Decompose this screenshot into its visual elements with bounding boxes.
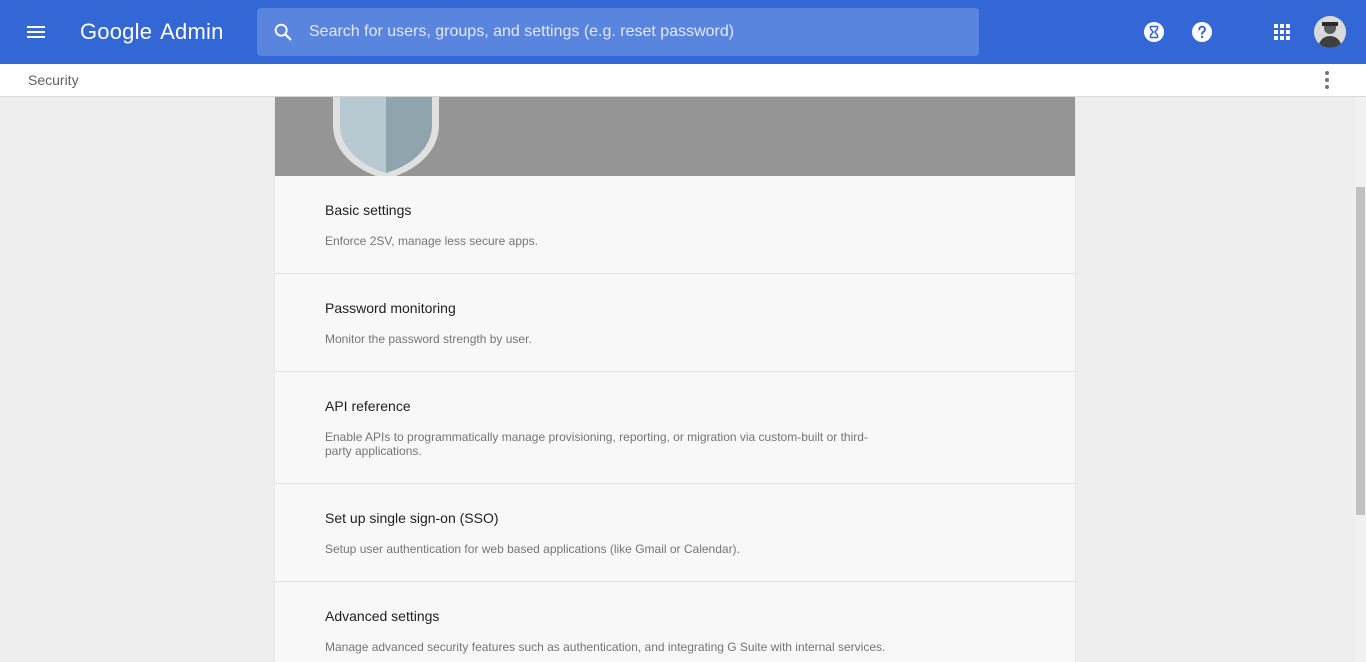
- search-bar: [257, 8, 979, 56]
- brand-admin: Admin: [160, 19, 224, 44]
- search-icon: [274, 23, 292, 41]
- section-single-sign-on[interactable]: Set up single sign-on (SSO) Setup user a…: [275, 484, 1075, 582]
- section-password-monitoring[interactable]: Password monitoring Monitor the password…: [275, 274, 1075, 372]
- account-avatar[interactable]: [1314, 16, 1346, 48]
- avatar-image: [1314, 16, 1346, 48]
- tasks-button[interactable]: [1138, 16, 1170, 48]
- search-input[interactable]: [309, 8, 979, 56]
- section-description: Enforce 2SV, manage less secure apps.: [325, 234, 539, 248]
- help-icon: [1192, 22, 1212, 42]
- scrollbar-thumb[interactable]: [1356, 187, 1365, 515]
- section-description: Setup user authentication for web based …: [325, 542, 740, 556]
- section-description: Enable APIs to programmatically manage p…: [325, 430, 868, 458]
- apps-button[interactable]: [1266, 16, 1298, 48]
- more-vert-icon: [1325, 71, 1329, 89]
- menu-icon: [27, 26, 45, 38]
- shield-icon: [333, 97, 439, 179]
- brand-google: Google: [80, 19, 153, 44]
- section-title: API reference: [325, 398, 411, 414]
- section-title: Advanced settings: [325, 608, 440, 624]
- brand-logo[interactable]: Google Admin: [80, 16, 224, 48]
- section-title: Password monitoring: [325, 300, 456, 316]
- section-api-reference[interactable]: API reference Enable APIs to programmati…: [275, 372, 1075, 484]
- breadcrumb: Security: [28, 72, 79, 88]
- section-advanced-settings[interactable]: Advanced settings Manage advanced securi…: [275, 582, 1075, 662]
- section-title: Set up single sign-on (SSO): [325, 510, 499, 526]
- security-hero: [275, 97, 1075, 179]
- search-button[interactable]: [257, 8, 309, 56]
- help-button[interactable]: [1186, 16, 1218, 48]
- section-basic-settings[interactable]: Basic settings Enforce 2SV, manage less …: [275, 176, 1075, 274]
- section-description: Manage advanced security features such a…: [325, 640, 886, 654]
- section-title: Basic settings: [325, 202, 412, 218]
- top-app-bar: Google Admin: [0, 0, 1366, 64]
- sub-header: Security: [0, 64, 1366, 97]
- apps-grid-icon: [1274, 24, 1290, 40]
- section-description: Monitor the password strength by user.: [325, 332, 532, 346]
- hourglass-icon: [1144, 22, 1164, 42]
- main-menu-button[interactable]: [16, 12, 56, 52]
- security-card: Basic settings Enforce 2SV, manage less …: [275, 97, 1075, 662]
- more-options-button[interactable]: [1315, 68, 1339, 92]
